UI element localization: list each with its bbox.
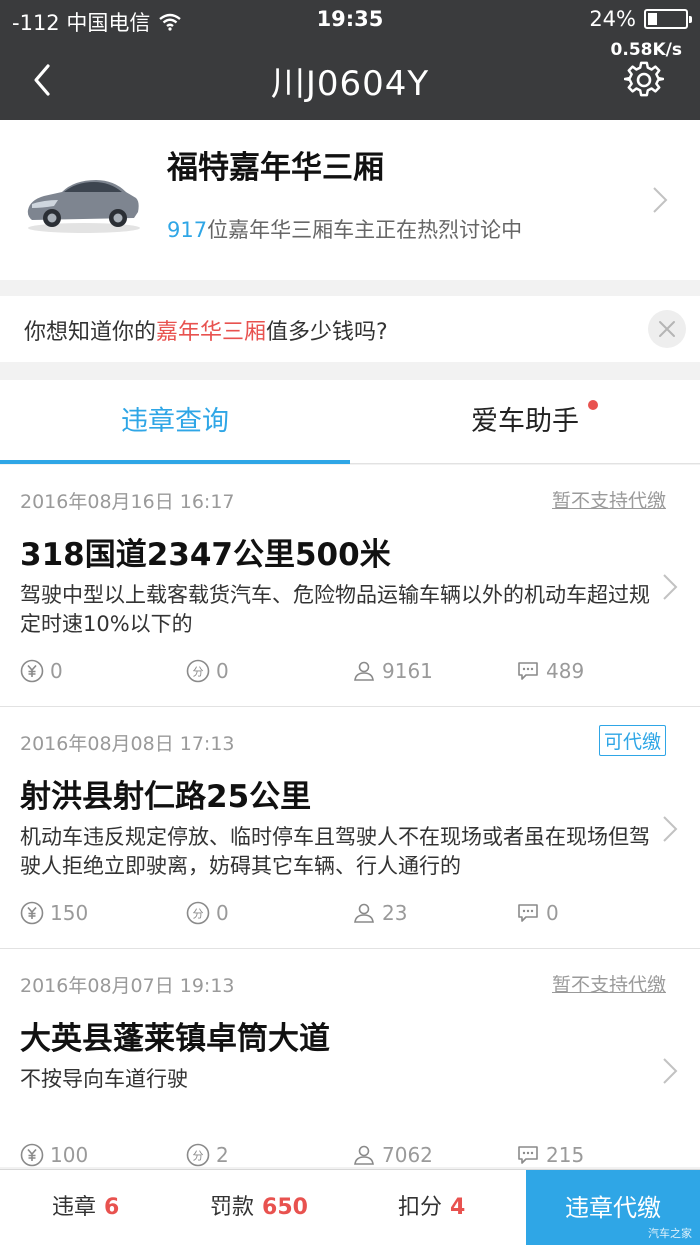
top-bar: -112 中国电信 19:35 24% 0.58K/s 川J0604Y — [0, 0, 700, 120]
svg-text:分: 分 — [193, 908, 204, 921]
close-icon — [659, 321, 675, 337]
car-image — [27, 180, 140, 233]
prompt-highlight: 嘉年华三厢 — [156, 320, 267, 345]
close-button[interactable] — [648, 310, 686, 348]
watermark: 汽车之家 — [648, 1227, 692, 1240]
views-value: 23 — [382, 901, 408, 925]
fine-value: 0 — [50, 659, 63, 683]
violation-record[interactable]: 2016年08月07日 19:13 暂不支持代缴 大英县蓬莱镇卓筒大道 不按导向… — [0, 949, 700, 1167]
tab-car-assistant[interactable]: 爱车助手 — [350, 380, 700, 464]
chevron-right-icon — [663, 574, 678, 600]
comments-value: 489 — [546, 659, 585, 683]
comment-icon — [518, 1146, 538, 1164]
summary-bar: 违章 6 罚款 650 扣分 4 违章代缴 汽车之家 — [0, 1169, 700, 1245]
points-value: 0 — [216, 659, 229, 683]
views-stat: 23 — [352, 901, 407, 925]
user-icon — [354, 661, 374, 681]
chevron-right-icon — [653, 187, 668, 213]
chevron-right-icon — [663, 1058, 678, 1084]
points-icon: 分 — [186, 1143, 210, 1167]
violation-date: 2016年08月16日 16:17 — [20, 491, 235, 513]
car-model-card[interactable]: 福特嘉年华三厢 917位嘉年华三厢车主正在热烈讨论中 — [0, 120, 700, 280]
prompt-suffix: 值多少钱吗? — [266, 320, 388, 345]
violation-description: 机动车违反规定停放、临时停车且驾驶人不在现场或者虽在现场但驾驶人拒绝立即驶离，妨… — [20, 825, 650, 878]
views-value: 9161 — [382, 659, 433, 683]
violations-count: 6 — [104, 1195, 120, 1220]
yuan-icon — [20, 659, 44, 683]
tab-bar: 违章查询 爱车助手 — [0, 380, 700, 464]
tab-violation-query[interactable]: 违章查询 — [0, 380, 350, 464]
fine-label: 罚款 — [210, 1195, 255, 1220]
yuan-icon — [20, 1143, 44, 1167]
violation-record[interactable]: 2016年08月16日 16:17 暂不支持代缴 318国道2347公里500米… — [0, 465, 700, 707]
comment-icon — [518, 662, 538, 680]
violation-location: 318国道2347公里500米 — [20, 537, 391, 573]
car-model-name: 福特嘉年华三厢 — [167, 150, 384, 186]
views-value: 7062 — [382, 1143, 433, 1167]
fine-summary: 罚款 650 — [210, 1170, 308, 1245]
battery-percent: 24% — [589, 7, 636, 31]
comments-value: 0 — [546, 901, 559, 925]
prompt-prefix: 你想知道你的 — [24, 320, 157, 345]
points-label: 扣分 — [398, 1195, 443, 1220]
views-stat: 9161 — [352, 659, 433, 683]
violation-date: 2016年08月07日 19:13 — [20, 975, 235, 997]
payment-status-tag: 暂不支持代缴 — [551, 974, 666, 996]
points-icon: 分 — [186, 659, 210, 683]
notification-dot — [588, 400, 598, 410]
active-tab-indicator — [0, 460, 350, 464]
user-icon — [354, 903, 374, 923]
violations-summary: 违章 6 — [52, 1170, 119, 1245]
discussion-count: 917 — [167, 218, 208, 242]
svg-text:分: 分 — [193, 1150, 204, 1163]
violation-description: 驾驶中型以上载客载货汽车、危险物品运输车辆以外的机动车超过规定时速10%以下的 — [20, 583, 650, 636]
violation-description: 不按导向车道行驶 — [20, 1067, 188, 1091]
comment-icon — [518, 904, 538, 922]
points-total: 4 — [450, 1195, 466, 1220]
fine-stat: 100 — [20, 1143, 88, 1167]
views-stat: 7062 — [352, 1143, 433, 1167]
points-stat: 分 0 — [186, 901, 229, 925]
comments-stat: 215 — [516, 1143, 584, 1167]
payment-status-tag: 可代缴 — [598, 725, 666, 756]
status-bar: -112 中国电信 19:35 24% — [0, 0, 700, 40]
violation-stats: 100 分 2 7062 215 — [20, 1143, 680, 1171]
violations-label: 违章 — [52, 1195, 97, 1220]
fine-total: 650 — [262, 1195, 308, 1220]
discussion-text: 917位嘉年华三厢车主正在热烈讨论中 — [167, 214, 522, 244]
violation-list: 2016年08月16日 16:17 暂不支持代缴 318国道2347公里500米… — [0, 465, 700, 1167]
points-value: 2 — [216, 1143, 229, 1167]
points-stat: 分 2 — [186, 1143, 229, 1167]
chevron-right-icon — [663, 816, 678, 842]
points-value: 0 — [216, 901, 229, 925]
discussion-label: 位嘉年华三厢车主正在热烈讨论中 — [207, 218, 523, 242]
payment-status-tag: 暂不支持代缴 — [551, 490, 666, 512]
points-stat: 分 0 — [186, 659, 229, 683]
violation-location: 射洪县射仁路25公里 — [20, 779, 312, 815]
battery-icon — [644, 9, 692, 29]
violation-stats: 0 分 0 9161 489 — [20, 659, 680, 687]
points-summary: 扣分 4 — [398, 1170, 465, 1245]
violation-date: 2016年08月08日 17:13 — [20, 733, 235, 755]
points-icon: 分 — [186, 901, 210, 925]
yuan-icon — [20, 901, 44, 925]
comments-value: 215 — [546, 1143, 585, 1167]
valuation-prompt-text: 你想知道你的嘉年华三厢值多少钱吗? — [24, 314, 388, 346]
fine-value: 150 — [50, 901, 89, 925]
fine-stat: 0 — [20, 659, 63, 683]
fine-stat: 150 — [20, 901, 88, 925]
comments-stat: 489 — [516, 659, 584, 683]
battery-status: 24% — [589, 7, 692, 31]
gear-icon[interactable] — [624, 60, 664, 100]
violation-record[interactable]: 2016年08月08日 17:13 可代缴 射洪县射仁路25公里 机动车违反规定… — [0, 707, 700, 949]
comments-stat: 0 — [516, 901, 559, 925]
valuation-prompt[interactable]: 你想知道你的嘉年华三厢值多少钱吗? — [0, 296, 700, 362]
user-icon — [354, 1145, 374, 1165]
violation-stats: 150 分 0 23 0 — [20, 901, 680, 929]
fine-value: 100 — [50, 1143, 89, 1167]
violation-location: 大英县蓬莱镇卓筒大道 — [20, 1021, 330, 1057]
svg-text:分: 分 — [193, 666, 204, 679]
plate-title: 川J0604Y — [270, 64, 430, 104]
